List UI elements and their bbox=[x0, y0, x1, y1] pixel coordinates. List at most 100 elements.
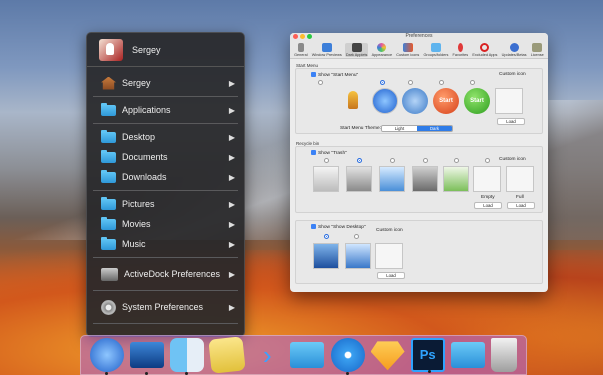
checkbox-label: Show "Start Menu" bbox=[318, 72, 359, 78]
custom-icons-icon bbox=[402, 43, 413, 52]
divider bbox=[93, 96, 238, 97]
show-desktop-alt-icon[interactable] bbox=[345, 243, 371, 269]
menu-item-music[interactable]: Music ▶ bbox=[87, 234, 244, 254]
chevron-right-icon: ▶ bbox=[228, 219, 235, 229]
trash-icon-radio[interactable] bbox=[357, 158, 362, 163]
folder-icon[interactable] bbox=[450, 342, 485, 368]
rocket-icon[interactable] bbox=[340, 88, 366, 114]
tab-general[interactable]: General bbox=[293, 43, 309, 57]
desktop-icon-radio[interactable] bbox=[354, 234, 359, 239]
trash-icon-radio[interactable] bbox=[390, 158, 395, 163]
theme-dark-option[interactable]: Dark bbox=[417, 126, 452, 131]
menu-item-system-preferences[interactable]: System Preferences ▶ bbox=[87, 294, 244, 320]
tab-updates-betas[interactable]: Updates/Betas bbox=[501, 43, 528, 57]
trash-icon-radio[interactable] bbox=[423, 158, 428, 163]
safari-icon[interactable] bbox=[330, 338, 365, 375]
start-icon-radio[interactable] bbox=[439, 80, 444, 85]
trash-icon[interactable] bbox=[313, 166, 339, 192]
desktop-icon-radio[interactable] bbox=[324, 234, 329, 239]
theme-light-option[interactable]: Light bbox=[382, 126, 417, 131]
load-desktop-button[interactable]: Load bbox=[377, 272, 405, 279]
photoshop-icon[interactable]: Ps bbox=[410, 338, 445, 373]
divider bbox=[93, 290, 238, 291]
folder-icon bbox=[101, 169, 116, 183]
trash-icon-radio[interactable] bbox=[485, 158, 490, 163]
trash-icon[interactable] bbox=[490, 338, 517, 372]
load-button[interactable]: Load bbox=[497, 118, 525, 125]
custom-full-icon-well[interactable] bbox=[506, 166, 534, 192]
menu-item-home[interactable]: Sergey ▶ bbox=[87, 73, 244, 93]
start-green-icon[interactable]: Start bbox=[464, 88, 490, 114]
start-menu: Sergey Sergey ▶ Applications ▶ Desktop ▶… bbox=[86, 32, 245, 337]
folder-icon bbox=[101, 149, 116, 163]
sketch-icon[interactable] bbox=[370, 341, 405, 371]
load-empty-button[interactable]: Load bbox=[474, 202, 502, 209]
trash-icon-radio[interactable] bbox=[324, 158, 329, 163]
chevron-right-icon: ▶ bbox=[228, 302, 235, 312]
menu-item-pictures[interactable]: Pictures ▶ bbox=[87, 194, 244, 214]
menu-item-label: Downloads bbox=[122, 172, 167, 182]
tab-license[interactable]: License bbox=[530, 43, 545, 57]
menu-item-movies[interactable]: Movies ▶ bbox=[87, 214, 244, 234]
menu-user-header[interactable]: Sergey bbox=[87, 33, 244, 67]
theme-segmented-control[interactable]: Light Dark bbox=[381, 125, 453, 132]
chevron-right-icon: ▶ bbox=[228, 199, 235, 209]
tab-dark-applets[interactable]: Dark Applets bbox=[344, 43, 369, 57]
arrow-icon[interactable]: › bbox=[250, 338, 284, 372]
checkbox-label: Show "Show Desktop" bbox=[318, 224, 366, 230]
rocket-blue-icon[interactable] bbox=[372, 88, 398, 114]
trash-icon[interactable] bbox=[379, 166, 405, 192]
start-icon-radio[interactable] bbox=[318, 80, 323, 85]
start-icon-radio[interactable] bbox=[470, 80, 475, 85]
custom-icon-label: Custom icon bbox=[376, 228, 403, 233]
custom-icon-well[interactable] bbox=[495, 88, 523, 114]
license-icon bbox=[532, 43, 543, 52]
start-icon-radio[interactable] bbox=[408, 80, 413, 85]
menu-item-applications[interactable]: Applications ▶ bbox=[87, 100, 244, 120]
chevron-right-icon: ▶ bbox=[228, 239, 235, 249]
tab-appearance[interactable]: Appearance bbox=[371, 43, 393, 57]
window-title: Preferences bbox=[405, 33, 433, 39]
start-orange-icon[interactable]: Start bbox=[433, 88, 459, 114]
load-full-button[interactable]: Load bbox=[507, 202, 535, 209]
trash-icon[interactable] bbox=[412, 166, 438, 192]
tab-excluded-apps[interactable]: Excluded Apps bbox=[471, 43, 498, 57]
tab-window-previews[interactable]: Window Previews bbox=[311, 43, 343, 57]
trash-icon[interactable] bbox=[346, 166, 372, 192]
recycle-bin-section: Show "Trash" Custom icon Empty Full Load… bbox=[295, 146, 543, 213]
menu-item-activedock-preferences[interactable]: ActiveDock Preferences ▶ bbox=[87, 261, 244, 287]
window-previews-icon bbox=[321, 43, 332, 52]
notes-icon[interactable] bbox=[208, 336, 246, 374]
trash-icon-radio[interactable] bbox=[454, 158, 459, 163]
window-titlebar[interactable]: Preferences bbox=[290, 33, 548, 40]
tab-favorites[interactable]: Favorites bbox=[452, 43, 470, 57]
trash-icon[interactable] bbox=[443, 166, 469, 192]
menu-item-documents[interactable]: Documents ▶ bbox=[87, 147, 244, 167]
rocket-round-icon[interactable] bbox=[402, 88, 428, 114]
menu-item-desktop[interactable]: Desktop ▶ bbox=[87, 127, 244, 147]
chevron-right-icon: ▶ bbox=[228, 132, 235, 142]
full-label: Full bbox=[516, 195, 524, 200]
start-icon-radio[interactable] bbox=[380, 80, 385, 85]
show-trash-checkbox[interactable]: Show "Trash" bbox=[311, 150, 347, 156]
show-desktop-checkbox[interactable]: Show "Show Desktop" bbox=[311, 224, 366, 230]
minimize-icon[interactable] bbox=[300, 34, 305, 39]
close-icon[interactable] bbox=[293, 34, 298, 39]
zoom-icon[interactable] bbox=[307, 34, 312, 39]
desktop-icon[interactable] bbox=[130, 342, 165, 375]
start-text: Start bbox=[470, 98, 484, 104]
rocket-icon[interactable] bbox=[90, 338, 125, 375]
tab-custom-icons[interactable]: Custom icons bbox=[395, 43, 420, 57]
custom-empty-icon-well[interactable] bbox=[473, 166, 501, 192]
show-start-menu-checkbox[interactable]: Show "Start Menu" bbox=[311, 72, 358, 78]
start-menu-section: Show "Start Menu" Custom icon Start Star… bbox=[295, 68, 543, 134]
checkbox-label: Show "Trash" bbox=[318, 150, 347, 156]
finder-icon[interactable] bbox=[170, 338, 205, 375]
downloads-folder-icon[interactable] bbox=[290, 342, 325, 368]
show-desktop-icon[interactable] bbox=[313, 243, 339, 269]
custom-desktop-icon-well[interactable] bbox=[375, 243, 403, 269]
menu-item-downloads[interactable]: Downloads ▶ bbox=[87, 167, 244, 187]
tab-groups-folders[interactable]: Groups/folders bbox=[422, 43, 449, 57]
dock: › Ps bbox=[80, 335, 527, 375]
chevron-right-icon: ▶ bbox=[228, 152, 235, 162]
